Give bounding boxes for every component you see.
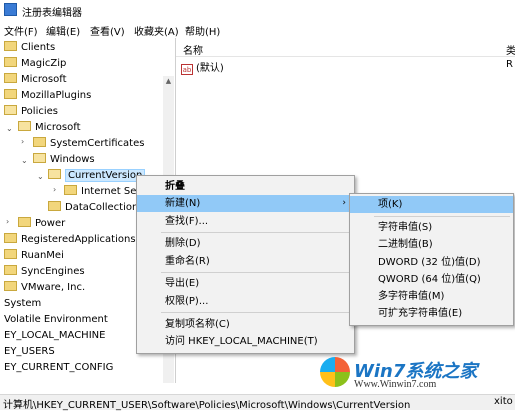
submenu-item-multi-string[interactable]: 多字符串值(M)	[350, 288, 513, 305]
scroll-up-arrow-icon[interactable]: ▲	[163, 76, 174, 87]
folder-icon	[4, 57, 17, 67]
tree-item[interactable]: Policies	[4, 104, 58, 120]
tree-item[interactable]: RuanMei	[4, 248, 64, 264]
menu-edit[interactable]: 编辑(E)	[46, 23, 80, 38]
new-submenu: 项(K) 字符串值(S) 二进制值(B) DWORD (32 位)值(D) QW…	[349, 193, 514, 326]
menu-item-export[interactable]: 导出(E)	[137, 275, 354, 292]
folder-icon	[64, 185, 77, 195]
folder-open-icon	[18, 121, 31, 131]
folder-icon	[48, 201, 61, 211]
tree-item[interactable]: Microsoft	[18, 120, 81, 136]
status-tail: xito	[494, 396, 513, 407]
window-title: 注册表编辑器	[22, 8, 82, 19]
folder-icon	[4, 73, 17, 83]
tree-item[interactable]: Clients	[4, 40, 55, 56]
chevron-down-icon[interactable]: ⌄	[6, 124, 13, 133]
tree-item[interactable]: SyncEngines	[4, 264, 85, 280]
menu-item-go-to-hklm[interactable]: 访问 HKEY_LOCAL_MACHINE(T)	[137, 333, 354, 350]
windows-logo-icon	[320, 357, 350, 387]
context-menu: 折叠 新建(N) › 查找(F)... 删除(D) 重命名(R) 导出(E) 权限…	[136, 175, 355, 354]
tree-item[interactable]: Internet Sett	[64, 184, 144, 200]
tree-item-selected[interactable]: CurrentVersion	[48, 168, 146, 184]
tree-item[interactable]: Windows	[33, 152, 95, 168]
menu-item-delete[interactable]: 删除(D)	[137, 235, 354, 252]
tree-item[interactable]: DataCollection	[48, 200, 138, 216]
folder-open-icon	[33, 153, 46, 163]
folder-icon	[4, 233, 17, 243]
menu-item-permissions[interactable]: 权限(P)...	[137, 293, 354, 310]
menu-item-copy-key-name[interactable]: 复制项名称(C)	[137, 316, 354, 333]
tree-item[interactable]: MagicZip	[4, 56, 66, 72]
submenu-item-qword[interactable]: QWORD (64 位)值(Q)	[350, 271, 513, 288]
tree-item[interactable]: Power	[18, 216, 65, 232]
folder-icon	[33, 137, 46, 147]
menu-item-new[interactable]: 新建(N) ›	[137, 195, 354, 212]
menu-file[interactable]: 文件(F)	[4, 23, 38, 38]
menu-separator	[161, 232, 351, 233]
submenu-item-binary[interactable]: 二进制值(B)	[350, 236, 513, 253]
chevron-right-icon[interactable]: ›	[6, 217, 9, 226]
value-row-default[interactable]: ab (默认)	[181, 59, 224, 75]
chevron-right-icon[interactable]: ›	[21, 137, 24, 146]
submenu-item-string[interactable]: 字符串值(S)	[350, 219, 513, 236]
chevron-down-icon[interactable]: ⌄	[21, 156, 28, 165]
menu-separator	[161, 272, 351, 273]
regedit-icon	[4, 3, 17, 16]
tree-item[interactable]: EY_CURRENT_CONFIG	[4, 360, 113, 376]
folder-open-icon	[4, 105, 17, 115]
status-bar: 计算机\HKEY_CURRENT_USER\Software\Policies\…	[0, 394, 515, 411]
column-header-type[interactable]: 类	[506, 42, 515, 57]
folder-icon	[4, 89, 17, 99]
chevron-right-icon[interactable]: ›	[53, 185, 56, 194]
string-value-icon: ab	[181, 64, 193, 75]
value-type-partial: R	[506, 59, 513, 70]
chevron-down-icon[interactable]: ⌄	[37, 172, 44, 181]
folder-icon	[4, 265, 17, 275]
title-bar: 注册表编辑器	[0, 0, 515, 20]
watermark: Win7系统之家 Www.Winwin7.com	[318, 355, 514, 393]
tree-item[interactable]: EY_LOCAL_MACHINE	[4, 328, 105, 344]
menu-bar: 文件(F) 编辑(E) 查看(V) 收藏夹(A) 帮助(H)	[0, 20, 515, 38]
chevron-right-icon: ›	[342, 198, 346, 208]
tree-item[interactable]: Microsoft	[4, 72, 67, 88]
menu-favorites[interactable]: 收藏夹(A)	[134, 23, 179, 38]
folder-icon	[4, 249, 17, 259]
column-header-name[interactable]: 名称	[183, 42, 203, 57]
watermark-url: Www.Winwin7.com	[354, 379, 437, 390]
tree-item[interactable]: System	[4, 296, 41, 312]
menu-item-find[interactable]: 查找(F)...	[137, 213, 354, 230]
tree-item[interactable]: EY_USERS	[4, 344, 55, 360]
menu-separator	[161, 312, 351, 313]
menu-separator	[374, 216, 510, 217]
tree-item[interactable]: MozillaPlugins	[4, 88, 91, 104]
submenu-item-key[interactable]: 项(K)	[350, 196, 513, 213]
folder-icon	[18, 217, 31, 227]
menu-item-rename[interactable]: 重命名(R)	[137, 253, 354, 270]
folder-icon	[4, 41, 17, 51]
folder-icon	[4, 281, 17, 291]
menu-help[interactable]: 帮助(H)	[185, 23, 220, 38]
submenu-item-expandable-string[interactable]: 可扩充字符串值(E)	[350, 305, 513, 322]
folder-open-icon	[48, 169, 61, 179]
menu-item-collapse[interactable]: 折叠	[137, 178, 354, 195]
values-header: 名称 类	[176, 38, 515, 57]
value-name: (默认)	[196, 63, 224, 74]
submenu-item-dword[interactable]: DWORD (32 位)值(D)	[350, 254, 513, 271]
tree-item[interactable]: SystemCertificates	[33, 136, 144, 152]
menu-view[interactable]: 查看(V)	[90, 23, 125, 38]
tree-item[interactable]: Volatile Environment	[4, 312, 108, 328]
tree-item[interactable]: RegisteredApplications	[4, 232, 136, 248]
tree-item[interactable]: VMware, Inc.	[4, 280, 85, 296]
